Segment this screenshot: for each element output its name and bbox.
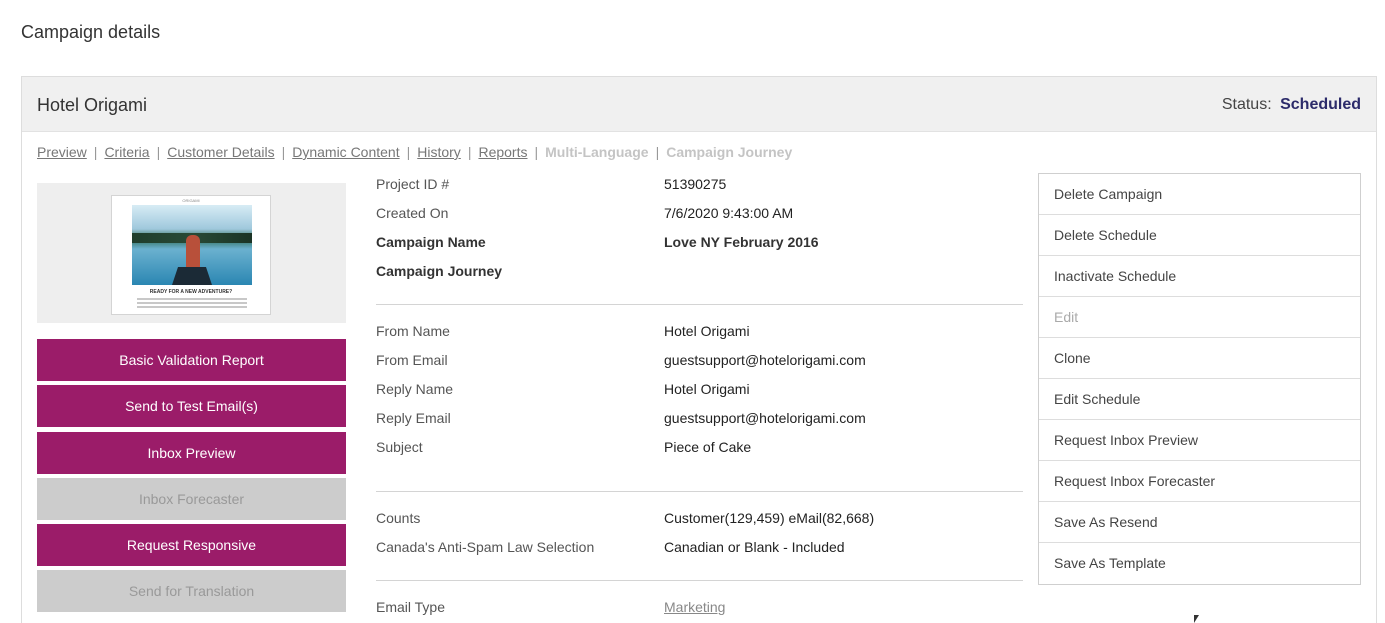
request-inbox-preview-button[interactable]: Request Inbox Preview <box>1039 420 1360 461</box>
tab-campaign-journey: Campaign Journey <box>666 144 793 160</box>
detail-value: 7/6/2020 9:43:00 AM <box>664 205 794 221</box>
detail-label: From Name <box>376 323 450 339</box>
detail-value: guestsupport@hotelorigami.com <box>664 410 866 426</box>
tab-criteria[interactable]: Criteria <box>104 144 149 160</box>
detail-row-campaign-name: Campaign Name Love NY February 2016 <box>376 234 1023 254</box>
delete-schedule-button[interactable]: Delete Schedule <box>1039 215 1360 256</box>
tab-preview[interactable]: Preview <box>37 144 87 160</box>
detail-label: From Email <box>376 352 448 368</box>
send-for-translation-button: Send for Translation <box>37 570 346 612</box>
thumbnail-copy-line <box>137 306 247 308</box>
campaign-panel: Hotel Origami Status: Scheduled Preview |… <box>21 76 1377 623</box>
tab-multi-language: Multi-Language <box>545 144 649 160</box>
status-badge: Scheduled <box>1280 96 1361 113</box>
section-divider <box>376 491 1023 492</box>
tab-reports[interactable]: Reports <box>478 144 527 160</box>
page-title: Campaign details <box>21 22 161 42</box>
detail-row-reply-email: Reply Email guestsupport@hotelorigami.co… <box>376 410 1023 430</box>
detail-row-counts: Counts Customer(129,459) eMail(82,668) <box>376 510 1023 530</box>
delete-campaign-button[interactable]: Delete Campaign <box>1039 174 1360 215</box>
detail-label: Campaign Journey <box>376 263 503 279</box>
detail-row-created-on: Created On 7/6/2020 9:43:00 AM <box>376 205 1023 225</box>
detail-row-subject: Subject Piece of Cake <box>376 439 1023 459</box>
tab-separator: | <box>406 144 411 160</box>
status-display: Status: Scheduled <box>1222 96 1361 114</box>
clone-button[interactable]: Clone <box>1039 338 1360 379</box>
campaign-tab-nav: Preview | Criteria | Customer Details | Dynami… <box>37 144 792 160</box>
campaign-actions-menu: Delete Campaign Delete Schedule Inactiva… <box>1038 173 1361 585</box>
detail-label: Created On <box>376 205 449 221</box>
inbox-preview-button[interactable]: Inbox Preview <box>37 432 346 474</box>
detail-label: Reply Email <box>376 410 451 426</box>
detail-value: Marketing <box>664 599 725 615</box>
request-inbox-forecaster-button[interactable]: Request Inbox Forecaster <box>1039 461 1360 502</box>
detail-row-from-email: From Email guestsupport@hotelorigami.com <box>376 352 1023 372</box>
edit-schedule-button[interactable]: Edit Schedule <box>1039 379 1360 420</box>
detail-value: Customer(129,459) eMail(82,668) <box>664 510 875 526</box>
thumbnail-hero-image <box>132 205 252 285</box>
mouse-cursor-icon <box>1194 615 1199 623</box>
detail-row-campaign-journey: Campaign Journey <box>376 263 1023 283</box>
tab-separator: | <box>534 144 539 160</box>
detail-row-casl: Canada's Anti-Spam Law Selection Canadia… <box>376 539 1023 559</box>
inactivate-schedule-button[interactable]: Inactivate Schedule <box>1039 256 1360 297</box>
campaign-brand-name: Hotel Origami <box>37 95 148 115</box>
status-label: Status: <box>1221 96 1272 113</box>
save-as-resend-button[interactable]: Save As Resend <box>1039 502 1360 543</box>
tab-separator: | <box>281 144 286 160</box>
save-as-template-button[interactable]: Save As Template <box>1039 543 1360 584</box>
detail-label: Reply Name <box>376 381 454 397</box>
detail-row-project-id: Project ID # 51390275 <box>376 176 1023 196</box>
detail-label: Subject <box>376 439 423 455</box>
detail-label: Canada's Anti-Spam Law Selection <box>376 539 595 555</box>
inbox-forecaster-button: Inbox Forecaster <box>37 478 346 520</box>
tab-history[interactable]: History <box>417 144 461 160</box>
thumbnail-copy-line <box>137 298 247 300</box>
detail-row-email-type: Email Type Marketing <box>376 599 1023 619</box>
email-type-link[interactable]: Marketing <box>664 599 725 615</box>
panel-header: Hotel Origami Status: Scheduled <box>22 77 1376 132</box>
detail-value: Hotel Origami <box>664 323 750 339</box>
thumbnail-canoe <box>172 267 212 285</box>
thumbnail-headline: READY FOR A NEW ADVENTURE? <box>149 289 233 295</box>
detail-label: Campaign Name <box>376 234 486 250</box>
detail-label: Email Type <box>376 599 445 615</box>
thumbnail-person <box>186 235 200 269</box>
detail-label: Counts <box>376 510 421 526</box>
basic-validation-report-button[interactable]: Basic Validation Report <box>37 339 346 381</box>
thumbnail-copy-line <box>137 302 247 304</box>
email-preview-thumbnail-box: ORIGAMI READY FOR A NEW ADVENTURE? <box>37 183 346 323</box>
section-divider <box>376 580 1023 581</box>
detail-value: guestsupport@hotelorigami.com <box>664 352 866 368</box>
edit-button: Edit <box>1039 297 1360 338</box>
detail-value: Hotel Origami <box>664 381 750 397</box>
tab-dynamic-content[interactable]: Dynamic Content <box>292 144 399 160</box>
detail-label: Project ID # <box>376 176 450 192</box>
detail-value: 51390275 <box>664 176 727 192</box>
tab-separator: | <box>655 144 660 160</box>
detail-row-from-name: From Name Hotel Origami <box>376 323 1023 343</box>
detail-row-reply-name: Reply Name Hotel Origami <box>376 381 1023 401</box>
thumbnail-logo: ORIGAMI <box>182 198 200 203</box>
tab-customer-details[interactable]: Customer Details <box>167 144 274 160</box>
detail-value: Canadian or Blank - Included <box>664 539 845 555</box>
section-divider <box>376 304 1023 305</box>
tab-separator: | <box>467 144 472 160</box>
request-responsive-button[interactable]: Request Responsive <box>37 524 346 566</box>
email-preview-thumbnail[interactable]: ORIGAMI READY FOR A NEW ADVENTURE? <box>111 195 271 315</box>
tab-separator: | <box>156 144 161 160</box>
tab-separator: | <box>93 144 98 160</box>
detail-value: Love NY February 2016 <box>664 234 819 250</box>
send-to-test-emails-button[interactable]: Send to Test Email(s) <box>37 385 346 427</box>
detail-value: Piece of Cake <box>664 439 752 455</box>
